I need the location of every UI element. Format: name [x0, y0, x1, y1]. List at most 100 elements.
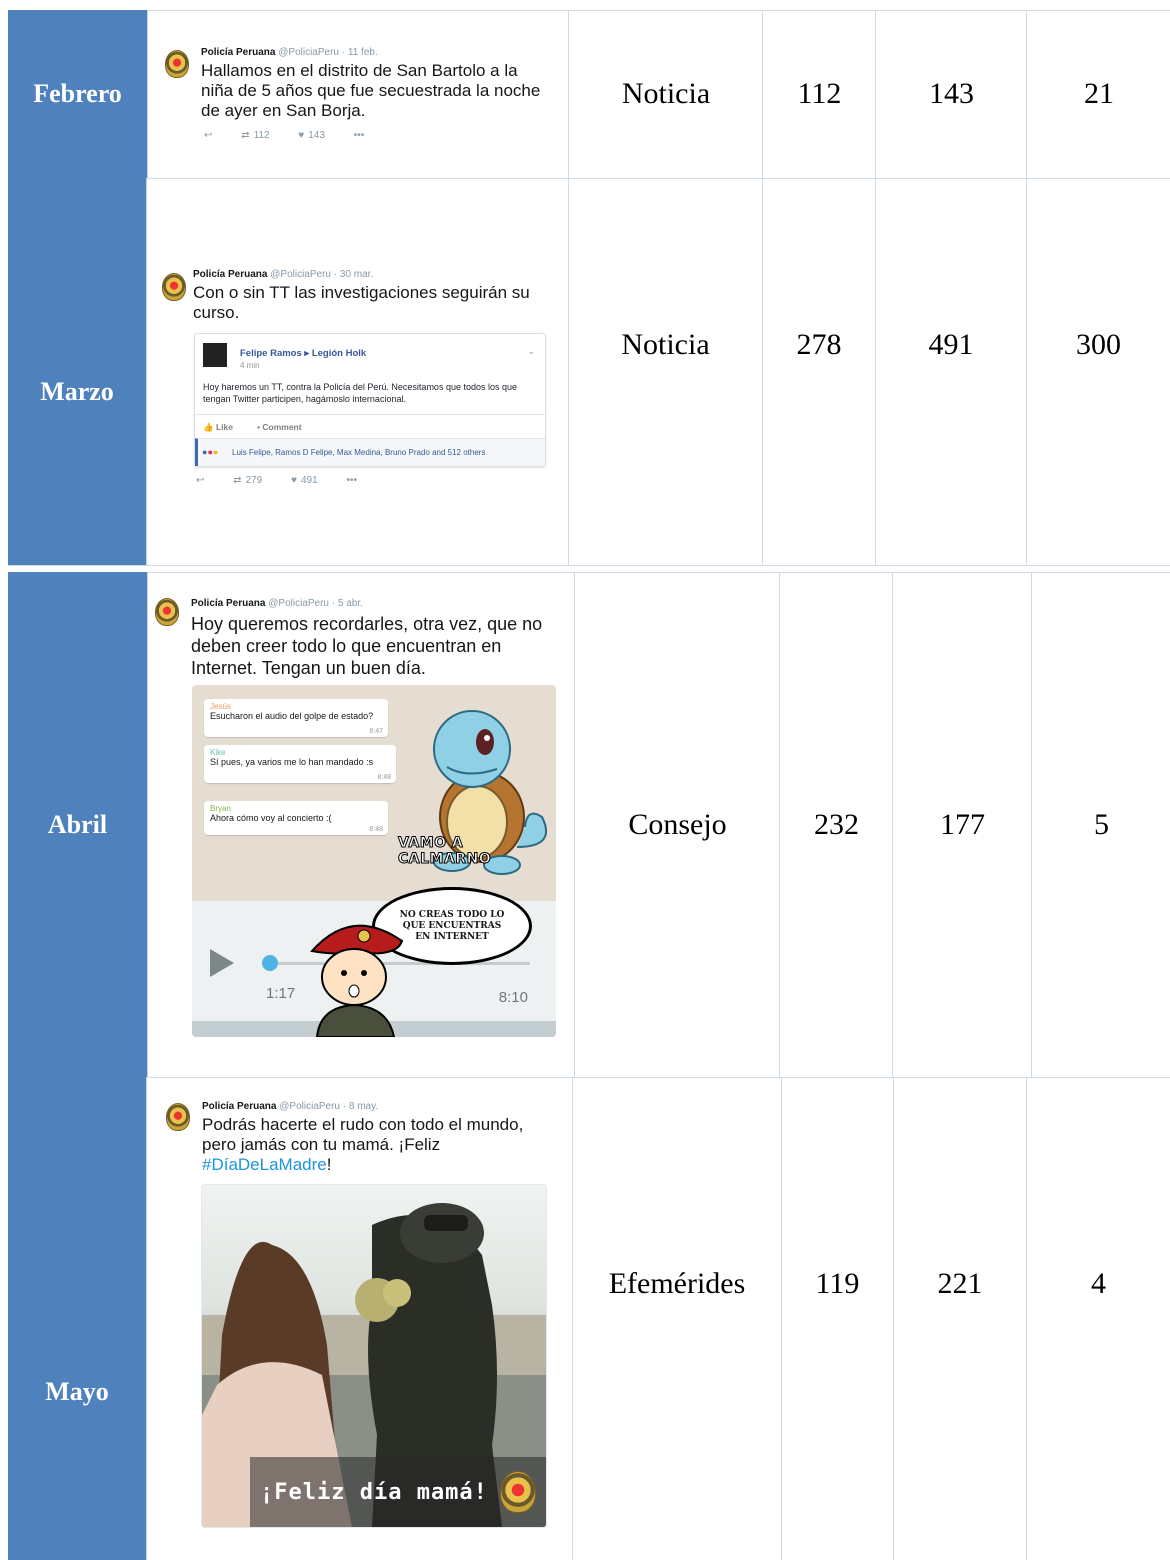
audio-total: 8:10: [498, 989, 528, 1006]
value-cell: 491: [875, 178, 1026, 565]
table-row: Abril Policía Peruana @PoliciaPeru · 5 a…: [0, 572, 1170, 1077]
month-cell: Febrero: [8, 10, 148, 178]
fb-reactions-bar: ●●● Luis Felipe, Ramos D Felipe, Max Med…: [195, 438, 545, 466]
play-icon[interactable]: [210, 949, 234, 977]
tweet-handle: @PoliciaPeru · 11 feb.: [278, 47, 378, 58]
tweet-embed: Policía Peruana @PoliciaPeru · 8 may. Po…: [150, 1077, 572, 1560]
value-cell: 4: [1026, 1077, 1170, 1560]
chat-message: Esucharon el audio del golpe de estado?: [210, 711, 374, 721]
tweet-actions: ↩ ⇄ 279 ♥ 491 •••: [196, 475, 383, 486]
value-cell: 5: [1031, 572, 1170, 1077]
month-cell: Marzo: [8, 178, 147, 565]
meme-caption: VAMO A CALMARNO: [398, 835, 492, 868]
table-row: Mayo Policía Peruana @PoliciaPeru · 8 ma…: [0, 1077, 1170, 1560]
fb-reactions-text[interactable]: Luis Felipe, Ramos D Felipe, Max Medina,…: [232, 448, 485, 457]
retweet-icon: ⇄: [241, 130, 250, 141]
police-cartoon: [310, 924, 404, 1037]
chat-message: Sí pues, ya varios me lo han mandado :s: [210, 757, 374, 767]
avatar: [155, 598, 179, 626]
tweet-author[interactable]: Policía Peruana: [202, 1101, 276, 1112]
tweet-header: Policía Peruana @PoliciaPeru · 8 may.: [202, 1101, 378, 1112]
tweet-photo[interactable]: ¡Feliz día mamá!: [201, 1184, 547, 1528]
more-icon[interactable]: •••: [346, 475, 357, 486]
chat-bubble: Kike Sí pues, ya varios me lo han mandad…: [204, 745, 396, 783]
tweet-header: Policía Peruana @PoliciaPeru · 5 abr.: [191, 598, 363, 609]
fb-time: 4 min: [240, 361, 260, 370]
chat-time: 8:48: [369, 826, 383, 833]
avatar: [165, 50, 189, 78]
chat-sender: Kike: [210, 748, 226, 757]
police-emblem-icon: [500, 1471, 536, 1513]
tweet-text: Podrás hacerte el rudo con todo el mundo…: [202, 1115, 562, 1175]
tweet-text: Hallamos en el distrito de San Bartolo a…: [201, 61, 541, 120]
value-cell: 278: [762, 178, 875, 565]
chat-time: 8:48: [377, 774, 391, 781]
tweet-embed: Policía Peruana @PoliciaPeru · 30 mar. C…: [150, 178, 568, 565]
like-count: 491: [300, 475, 318, 486]
chat-bubble: Jesús Esucharon el audio del golpe de es…: [204, 699, 388, 737]
value-cell: 112: [762, 10, 876, 178]
type-cell: Noticia: [568, 10, 763, 178]
whatsapp-meme-image: Jesús Esucharon el audio del golpe de es…: [192, 685, 556, 1037]
retweet-button[interactable]: ⇄ 279: [233, 475, 262, 486]
tweet-text: Hoy queremos recordarles, otra vez, que …: [191, 614, 543, 678]
reaction-icons: ●●●: [202, 447, 219, 457]
like-count: 143: [308, 130, 325, 141]
tweet-embed: Policía Peruana @PoliciaPeru · 11 feb. H…: [150, 10, 568, 178]
chat-sender: Bryan: [210, 804, 231, 813]
tweet-author[interactable]: Policía Peruana: [193, 269, 267, 280]
like-button[interactable]: ♥ 143: [298, 130, 325, 141]
fb-like-label: Like: [215, 422, 233, 432]
reply-icon[interactable]: ↩: [196, 475, 204, 486]
retweet-button[interactable]: ⇄ 112: [241, 130, 269, 141]
type-cell: Consejo: [574, 572, 780, 1077]
chevron-down-icon[interactable]: ⌄: [527, 346, 535, 357]
reply-icon[interactable]: ↩: [204, 130, 212, 141]
fb-comment-button[interactable]: ▪ Comment: [257, 422, 302, 432]
facebook-post-card[interactable]: Felipe Ramos ▸ Legión Holk 4 min ⌄ Hoy h…: [194, 333, 546, 467]
fb-like-button[interactable]: 👍 Like: [203, 422, 233, 433]
tweet-handle: @PoliciaPeru · 5 abr.: [268, 598, 363, 609]
tweet-header: Policía Peruana @PoliciaPeru · 30 mar.: [193, 269, 373, 280]
value-cell: 221: [893, 1077, 1026, 1560]
value-cell: 21: [1026, 10, 1170, 178]
tweet-author[interactable]: Policía Peruana: [191, 598, 265, 609]
row-divider: [8, 565, 1170, 566]
more-icon[interactable]: •••: [354, 130, 365, 141]
value-cell: 143: [875, 10, 1027, 178]
fb-author[interactable]: Felipe Ramos ▸ Legión Holk: [240, 348, 366, 359]
hashtag-link[interactable]: #DíaDeLaMadre: [202, 1155, 327, 1174]
tweet-handle: @PoliciaPeru · 8 may.: [279, 1101, 379, 1112]
fb-avatar: [203, 343, 227, 367]
table-row: Febrero Policía Peruana @PoliciaPeru · 1…: [0, 10, 1170, 178]
chat-bubble: Bryan Ahora cómo voy al concierto :( 8:4…: [204, 801, 388, 835]
chat-message: Ahora cómo voy al concierto :(: [210, 813, 332, 823]
audio-scrubber[interactable]: [262, 955, 278, 971]
retweet-count: 112: [253, 130, 270, 141]
like-button[interactable]: ♥ 491: [291, 475, 318, 486]
retweet-icon: ⇄: [233, 475, 242, 486]
chat-time: 8:47: [369, 728, 383, 735]
value-cell: 119: [781, 1077, 893, 1560]
tweet-handle: @PoliciaPeru · 30 mar.: [270, 269, 374, 280]
month-cell: Mayo: [8, 1077, 147, 1560]
heart-icon: ♥: [298, 130, 305, 141]
audio-elapsed: 1:17: [266, 985, 296, 1002]
fb-text: Hoy haremos un TT, contra la Policía del…: [203, 382, 517, 404]
type-cell: Efemérides: [572, 1077, 781, 1560]
table-row: Marzo Policía Peruana @PoliciaPeru · 30 …: [0, 178, 1170, 565]
value-cell: 300: [1026, 178, 1170, 565]
chat-sender: Jesús: [210, 702, 231, 711]
type-cell: Noticia: [568, 178, 762, 565]
value-cell: 177: [892, 572, 1032, 1077]
avatar: [166, 1103, 190, 1131]
fb-comment-label: Comment: [262, 422, 302, 432]
heart-icon: ♥: [291, 475, 297, 486]
tweet-text-end: !: [326, 1155, 332, 1174]
tweet-text: Con o sin TT las investigaciones seguirá…: [193, 283, 530, 322]
tweet-author[interactable]: Policía Peruana: [201, 47, 275, 58]
tweet-actions: ↩ ⇄ 112 ♥ 143 •••: [204, 130, 390, 141]
tweet-embed: Policía Peruana @PoliciaPeru · 5 abr. Ho…: [150, 572, 574, 1077]
tweet-header: Policía Peruana @PoliciaPeru · 11 feb.: [201, 47, 378, 58]
retweet-count: 279: [245, 475, 263, 486]
